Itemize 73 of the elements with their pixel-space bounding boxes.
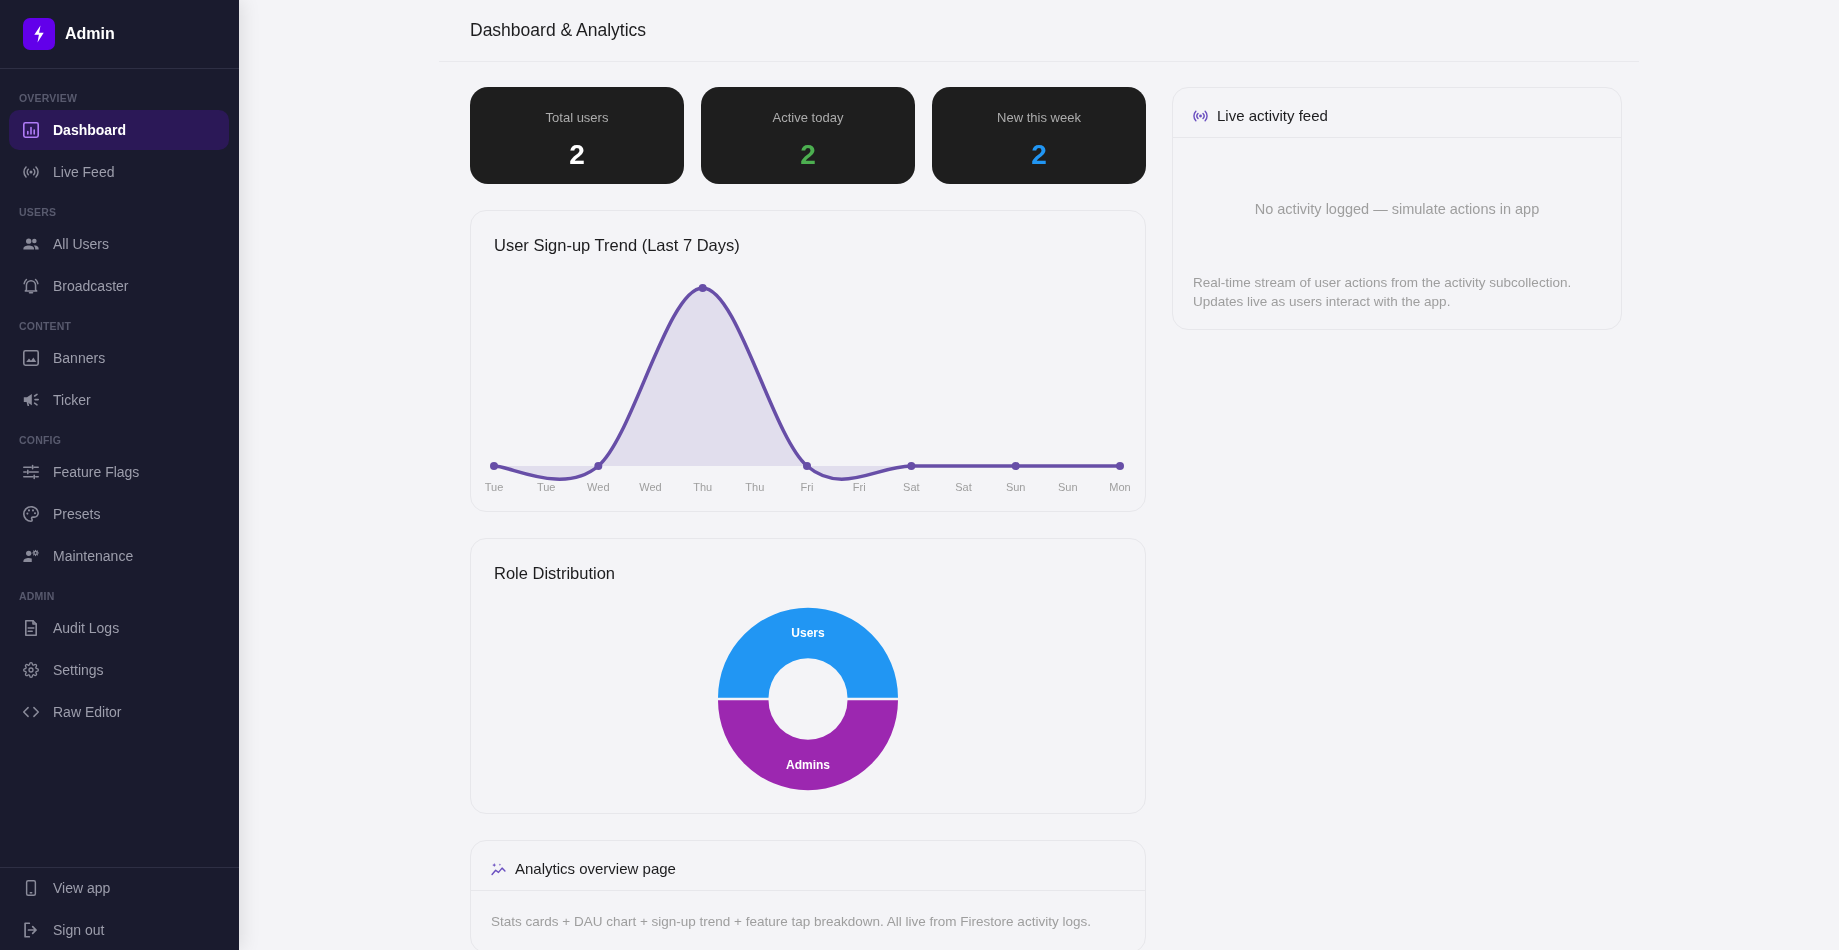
axis-label: Tue xyxy=(484,481,504,493)
brand-title: Admin xyxy=(65,25,115,43)
section-label: CONFIG xyxy=(19,433,62,448)
section-label: USERS xyxy=(19,205,57,220)
nav-item[interactable]: View app xyxy=(9,868,229,908)
broadcast-icon xyxy=(23,164,39,180)
nav-item[interactable]: Raw Editor xyxy=(9,692,229,732)
nav-item[interactable]: Broadcaster xyxy=(9,266,229,306)
card-description: Stats cards + DAU chart + sign-up trend + feature tap breakdown. All live from Firestore activity logs. xyxy=(490,913,1092,931)
data-point xyxy=(1116,462,1124,470)
card-title: Live activity feed xyxy=(1217,107,1328,124)
code-icon xyxy=(23,704,39,720)
section-label: ADMIN xyxy=(19,589,55,604)
nav-item[interactable]: Dashboard xyxy=(9,110,229,150)
data-point xyxy=(907,462,916,470)
sparkle-trend-icon xyxy=(491,861,506,876)
settings-icon xyxy=(23,662,39,678)
stat-label: New this week xyxy=(997,109,1081,127)
section-label: OVERVIEW xyxy=(19,91,77,106)
bell-icon xyxy=(23,278,39,294)
stat-value: 2 xyxy=(1031,138,1047,172)
data-point xyxy=(698,284,707,292)
nav-item[interactable]: Ticker xyxy=(9,380,229,420)
card-title: Role Distribution xyxy=(493,563,617,584)
nav-item[interactable]: All Users xyxy=(9,224,229,264)
axis-label: Sun xyxy=(1058,481,1078,493)
section-label: CONTENT xyxy=(19,319,72,334)
megaphone-icon xyxy=(23,392,39,408)
data-point xyxy=(1011,462,1020,470)
page-title: Dashboard & Analytics xyxy=(470,20,647,41)
axis-label: Thu xyxy=(693,481,713,493)
card-title: User Sign-up Trend (Last 7 Days) xyxy=(493,235,741,256)
data-point xyxy=(803,462,811,470)
palette-icon xyxy=(23,506,39,522)
axis-label: Fri xyxy=(800,481,814,493)
stat-value: 2 xyxy=(569,138,585,172)
nav-item[interactable]: Maintenance xyxy=(9,536,229,576)
lightning-bolt-icon xyxy=(23,18,55,50)
nav-item[interactable]: Sign out xyxy=(9,910,229,950)
image-icon xyxy=(23,350,39,366)
data-point xyxy=(490,462,498,470)
axis-label: Fri xyxy=(852,481,866,493)
nav-item[interactable]: Feature Flags xyxy=(9,452,229,492)
axis-label: Wed xyxy=(639,481,662,493)
sliders-icon xyxy=(23,464,39,480)
nav-item[interactable]: Live Feed xyxy=(9,152,229,192)
bar-chart-icon xyxy=(23,122,39,138)
data-point xyxy=(594,462,603,470)
card-title: Analytics overview page xyxy=(515,860,676,877)
axis-label: Sat xyxy=(955,481,972,493)
card-description: Real-time stream of user actions from the activity subcollection. Updates live as users interact with the app. xyxy=(1192,274,1573,311)
broadcast-icon xyxy=(1193,108,1208,123)
people-icon xyxy=(23,236,39,252)
nav-item[interactable]: Presets xyxy=(9,494,229,534)
nav-item[interactable]: Banners xyxy=(9,338,229,378)
slice-label: Admins xyxy=(786,757,830,772)
stat-label: Total users xyxy=(545,109,609,127)
stat-value: 2 xyxy=(800,138,816,172)
nav-item[interactable]: Settings xyxy=(9,650,229,690)
stat-label: Active today xyxy=(772,109,844,127)
slice-label: Users xyxy=(791,626,825,641)
phone-icon xyxy=(23,880,39,896)
logout-icon xyxy=(23,922,39,938)
axis-label: Mon xyxy=(1109,481,1131,493)
person-gear-icon xyxy=(23,548,39,564)
empty-message: No activity logged — simulate actions in app xyxy=(1253,200,1541,218)
axis-label: Wed xyxy=(587,481,610,493)
axis-label: Tue xyxy=(536,481,556,493)
axis-label: Sun xyxy=(1005,481,1026,493)
document-icon xyxy=(23,620,39,636)
axis-label: Sat xyxy=(903,481,920,493)
nav-item[interactable]: Audit Logs xyxy=(9,608,229,648)
axis-label: Thu xyxy=(745,481,765,493)
